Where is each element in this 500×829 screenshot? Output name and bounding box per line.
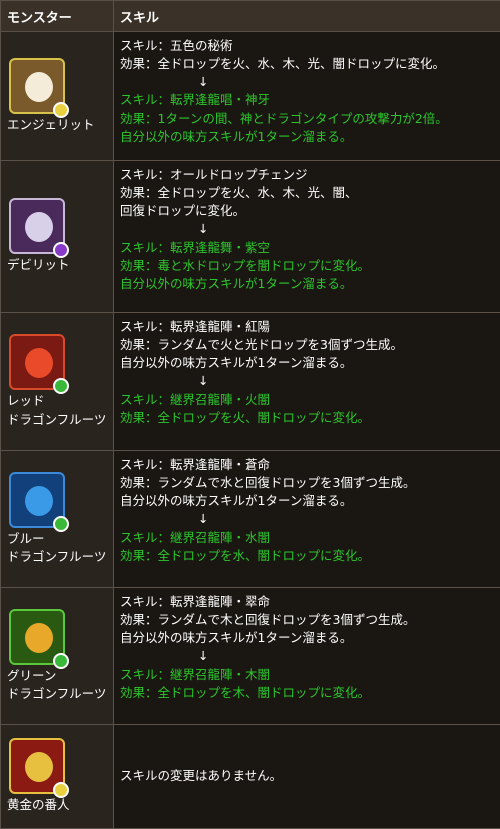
monster-cell: レッド ドラゴンフルーツ (1, 313, 114, 451)
new-skill-name: スキル：転界逢龍唱・神牙 (120, 91, 494, 109)
table-row: グリーン ドラゴンフルーツ スキル：転界逢龍陣・翠命 効果：ランダムで木と回復ド… (1, 588, 500, 725)
monster-cell: 黄金の番人 (1, 725, 114, 829)
monster-cell: エンジェリット (1, 32, 114, 161)
monster-cell: グリーン ドラゴンフルーツ (1, 588, 114, 725)
change-arrow: ↓ (120, 510, 494, 528)
header-skill: スキル (114, 1, 500, 32)
skill-cell: スキル：転界逢龍陣・蒼命 効果：ランダムで水と回復ドロップを3個ずつ生成。 自分… (114, 451, 500, 588)
green-dragonfruit-icon (9, 609, 65, 665)
monster-name: レッド (7, 392, 107, 410)
skill-effect: 効果：ランダムで木と回復ドロップを3個ずつ生成。 (120, 611, 494, 629)
table-row: ブルー ドラゴンフルーツ スキル：転界逢龍陣・蒼命 効果：ランダムで水と回復ドロ… (1, 451, 500, 588)
change-arrow: ↓ (120, 647, 494, 665)
skill-effect: 効果：全ドロップを火、水、木、光、闇、 (120, 184, 494, 202)
monster-name: ドラゴンフルーツ (7, 685, 107, 703)
change-arrow: ↓ (120, 220, 494, 238)
change-arrow: ↓ (120, 372, 494, 390)
new-skill-effect: 効果：毒と水ドロップを闇ドロップに変化。 (120, 257, 494, 275)
new-skill-name: スキル：継界召龍陣・木闇 (120, 666, 494, 684)
monster-name: 黄金の番人 (7, 796, 107, 814)
skill-name: スキル：オールドロップチェンジ (120, 166, 494, 184)
new-skill-effect: 自分以外の味方スキルが1ターン溜まる。 (120, 128, 494, 146)
skill-cell: スキル：五色の秘術 効果：全ドロップを火、水、木、光、闇ドロップに変化。 ↓ ス… (114, 32, 500, 161)
header-monster: モンスター (1, 1, 114, 32)
skill-effect: 効果：ランダムで火と光ドロップを3個ずつ生成。 (120, 336, 494, 354)
red-dragonfruit-icon (9, 334, 65, 390)
monster-name: エンジェリット (7, 116, 107, 134)
skill-effect: 回復ドロップに変化。 (120, 202, 494, 220)
devil-icon (9, 198, 65, 254)
skill-effect: 効果：全ドロップを火、水、木、光、闇ドロップに変化。 (120, 55, 494, 73)
monster-name: ドラゴンフルーツ (7, 411, 107, 429)
skill-cell: スキル：オールドロップチェンジ 効果：全ドロップを火、水、木、光、闇、 回復ドロ… (114, 161, 500, 313)
table-row: エンジェリット スキル：五色の秘術 効果：全ドロップを火、水、木、光、闇ドロップ… (1, 32, 500, 161)
table-header-row: モンスター スキル (1, 1, 500, 32)
skill-cell: スキル：転界逢龍陣・紅陽 効果：ランダムで火と光ドロップを3個ずつ生成。 自分以… (114, 313, 500, 451)
golden-guardian-icon (9, 738, 65, 794)
monster-name: ドラゴンフルーツ (7, 548, 107, 566)
no-change-note: スキルの変更はありません。 (120, 767, 494, 785)
skill-change-table: モンスター スキル エンジェリット スキル：五色の秘術 効果：全ドロップを火、水… (0, 0, 500, 829)
monster-name: デビリット (7, 256, 107, 274)
skill-effect: 自分以外の味方スキルが1ターン溜まる。 (120, 354, 494, 372)
table-row: 黄金の番人 スキルの変更はありません。 (1, 725, 500, 829)
table-row: レッド ドラゴンフルーツ スキル：転界逢龍陣・紅陽 効果：ランダムで火と光ドロッ… (1, 313, 500, 451)
skill-name: スキル：転界逢龍陣・翠命 (120, 593, 494, 611)
new-skill-effect: 効果：全ドロップを火、闇ドロップに変化。 (120, 409, 494, 427)
monster-name: ブルー (7, 530, 107, 548)
skill-effect: 効果：ランダムで水と回復ドロップを3個ずつ生成。 (120, 474, 494, 492)
skill-effect: 自分以外の味方スキルが1ターン溜まる。 (120, 492, 494, 510)
skill-cell: スキル：転界逢龍陣・翠命 効果：ランダムで木と回復ドロップを3個ずつ生成。 自分… (114, 588, 500, 725)
monster-cell: ブルー ドラゴンフルーツ (1, 451, 114, 588)
skill-name: スキル：転界逢龍陣・紅陽 (120, 318, 494, 336)
table-row: デビリット スキル：オールドロップチェンジ 効果：全ドロップを火、水、木、光、闇… (1, 161, 500, 313)
monster-cell: デビリット (1, 161, 114, 313)
new-skill-effect: 効果：1ターンの間、神とドラゴンタイプの攻撃力が2倍。 (120, 110, 494, 128)
angel-icon (9, 58, 65, 114)
new-skill-name: スキル：継界召龍陣・火闇 (120, 391, 494, 409)
monster-name: グリーン (7, 667, 107, 685)
new-skill-effect: 効果：全ドロップを水、闇ドロップに変化。 (120, 547, 494, 565)
new-skill-effect: 自分以外の味方スキルが1ターン溜まる。 (120, 275, 494, 293)
skill-cell: スキルの変更はありません。 (114, 725, 500, 829)
skill-name: スキル：五色の秘術 (120, 37, 494, 55)
new-skill-name: スキル：継界召龍陣・水闇 (120, 529, 494, 547)
new-skill-effect: 効果：全ドロップを木、闇ドロップに変化。 (120, 684, 494, 702)
new-skill-name: スキル：転界逢龍舞・紫空 (120, 239, 494, 257)
blue-dragonfruit-icon (9, 472, 65, 528)
skill-name: スキル：転界逢龍陣・蒼命 (120, 456, 494, 474)
skill-effect: 自分以外の味方スキルが1ターン溜まる。 (120, 629, 494, 647)
change-arrow: ↓ (120, 73, 494, 91)
